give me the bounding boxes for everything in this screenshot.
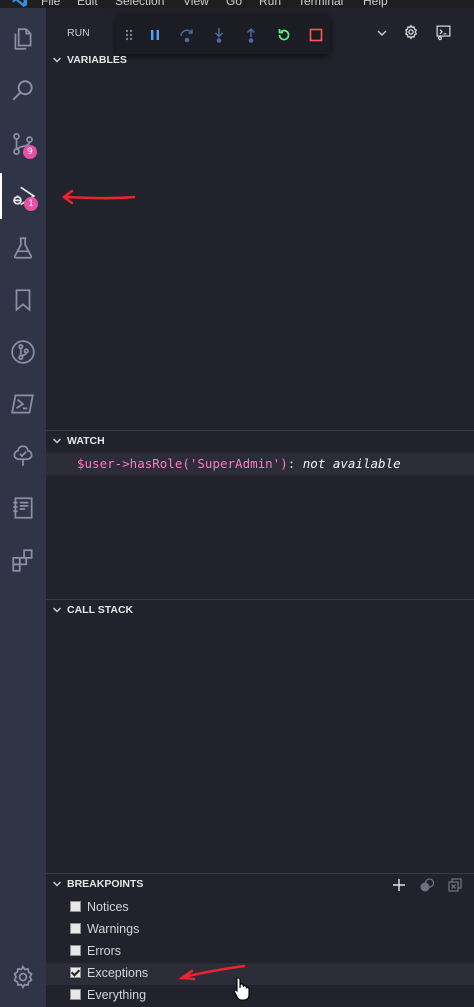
watch-expression: $user->hasRole('SuperAdmin') xyxy=(77,456,288,471)
run-view-title: RUN xyxy=(67,27,90,39)
variables-section-header[interactable]: VARIABLES xyxy=(46,50,474,72)
menu-terminal[interactable]: Terminal xyxy=(298,0,343,8)
vscode-logo-icon xyxy=(12,0,27,7)
debug-console-icon[interactable] xyxy=(435,24,452,41)
flask-icon xyxy=(13,237,33,259)
breakpoint-checkbox-everything[interactable] xyxy=(70,989,81,1000)
step-out-icon[interactable] xyxy=(243,27,259,43)
menu-selection[interactable]: Selection xyxy=(115,0,164,8)
hand-cursor-icon xyxy=(233,977,250,1001)
debug-toolbar xyxy=(116,16,330,54)
run-debug-sidebar: RUN VARIABLES WATCH $user->hasRole('Supe… xyxy=(46,8,474,1007)
variables-section-title: VARIABLES xyxy=(67,54,127,66)
activity-explorer[interactable] xyxy=(0,16,46,62)
debug-badge: 1 xyxy=(24,197,38,211)
extensions-icon xyxy=(12,549,33,572)
watch-section-header[interactable]: WATCH xyxy=(46,430,474,452)
breakpoint-row-errors[interactable]: Errors xyxy=(46,941,474,963)
step-into-icon[interactable] xyxy=(211,27,227,43)
notebook-icon xyxy=(13,497,33,519)
breakpoint-row-everything[interactable]: Everything xyxy=(46,985,474,1007)
activity-notebook[interactable] xyxy=(0,485,46,531)
menu-bar: File Edit Selection View Go Run Terminal… xyxy=(0,0,474,8)
breakpoint-label-errors: Errors xyxy=(87,944,122,958)
activity-settings[interactable] xyxy=(0,954,46,1000)
toggle-breakpoints-icon[interactable] xyxy=(419,877,435,893)
breakpoint-row-exceptions[interactable]: Exceptions xyxy=(46,963,474,985)
activity-testing[interactable] xyxy=(0,225,46,271)
activity-search[interactable] xyxy=(0,68,46,114)
gear-icon xyxy=(13,965,33,989)
chevron-down-icon xyxy=(377,30,387,36)
chevron-down-icon xyxy=(52,57,62,63)
breakpoints-section-title: BREAKPOINTS xyxy=(67,878,144,890)
breakpoint-checkbox-warnings[interactable] xyxy=(70,923,81,934)
activity-powershell[interactable] xyxy=(0,381,46,427)
pause-icon[interactable] xyxy=(147,27,163,43)
breakpoints-section-header[interactable]: BREAKPOINTS xyxy=(46,873,474,895)
breakpoint-checkbox-exceptions[interactable] xyxy=(70,967,81,978)
breakpoint-row-warnings[interactable]: Warnings xyxy=(46,919,474,941)
git-graph-icon xyxy=(11,340,35,364)
drag-handle-icon[interactable] xyxy=(124,27,134,43)
stop-icon[interactable] xyxy=(308,27,324,43)
activity-tree[interactable] xyxy=(0,433,46,479)
menu-go[interactable]: Go xyxy=(226,0,242,8)
breakpoint-label-warnings: Warnings xyxy=(87,922,140,936)
menu-run[interactable]: Run xyxy=(259,0,281,8)
activity-source-control[interactable]: 9 xyxy=(0,121,46,167)
chevron-down-icon xyxy=(52,438,62,444)
menu-help[interactable]: Help xyxy=(363,0,388,8)
launch-config-select[interactable] xyxy=(330,22,394,44)
breakpoint-label-exceptions: Exceptions xyxy=(87,966,149,980)
activity-bar: 9 1 xyxy=(0,8,46,1007)
watch-section-title: WATCH xyxy=(67,435,105,447)
watch-expression-text: $user->hasRole('SuperAdmin'): not availa… xyxy=(77,456,401,471)
powershell-icon xyxy=(11,394,34,414)
menu-view[interactable]: View xyxy=(183,0,209,8)
files-icon xyxy=(14,28,32,50)
watch-value: not available xyxy=(302,456,401,471)
search-icon xyxy=(12,80,33,101)
tree-check-icon xyxy=(13,445,33,466)
gear-icon[interactable] xyxy=(403,24,419,40)
activity-git-graph[interactable] xyxy=(0,329,46,375)
add-icon[interactable] xyxy=(391,877,407,893)
activity-run-debug[interactable]: 1 xyxy=(0,173,46,219)
restart-icon[interactable] xyxy=(276,27,292,43)
breakpoint-checkbox-notices[interactable] xyxy=(70,901,81,912)
call-stack-section-title: CALL STACK xyxy=(67,604,134,616)
menu-file[interactable]: File xyxy=(41,0,60,8)
activity-bookmarks[interactable] xyxy=(0,277,46,323)
activity-extensions[interactable] xyxy=(0,537,46,583)
breakpoint-row-notices[interactable]: Notices xyxy=(46,897,474,919)
menu-edit[interactable]: Edit xyxy=(77,0,98,8)
source-control-badge: 9 xyxy=(23,145,37,159)
bookmark-icon xyxy=(15,289,31,312)
step-over-icon[interactable] xyxy=(179,27,195,43)
chevron-down-icon xyxy=(52,607,62,613)
watch-separator: : xyxy=(287,456,296,471)
breakpoint-label-everything: Everything xyxy=(87,988,147,1002)
watch-expression-row[interactable]: $user->hasRole('SuperAdmin'): not availa… xyxy=(46,453,474,475)
breakpoint-checkbox-errors[interactable] xyxy=(70,945,81,956)
annotation-arrow-debug xyxy=(61,189,136,205)
remove-all-breakpoints-icon[interactable] xyxy=(447,877,463,893)
chevron-down-icon xyxy=(52,881,62,887)
call-stack-section-header[interactable]: CALL STACK xyxy=(46,599,474,621)
breakpoint-label-notices: Notices xyxy=(87,900,129,914)
